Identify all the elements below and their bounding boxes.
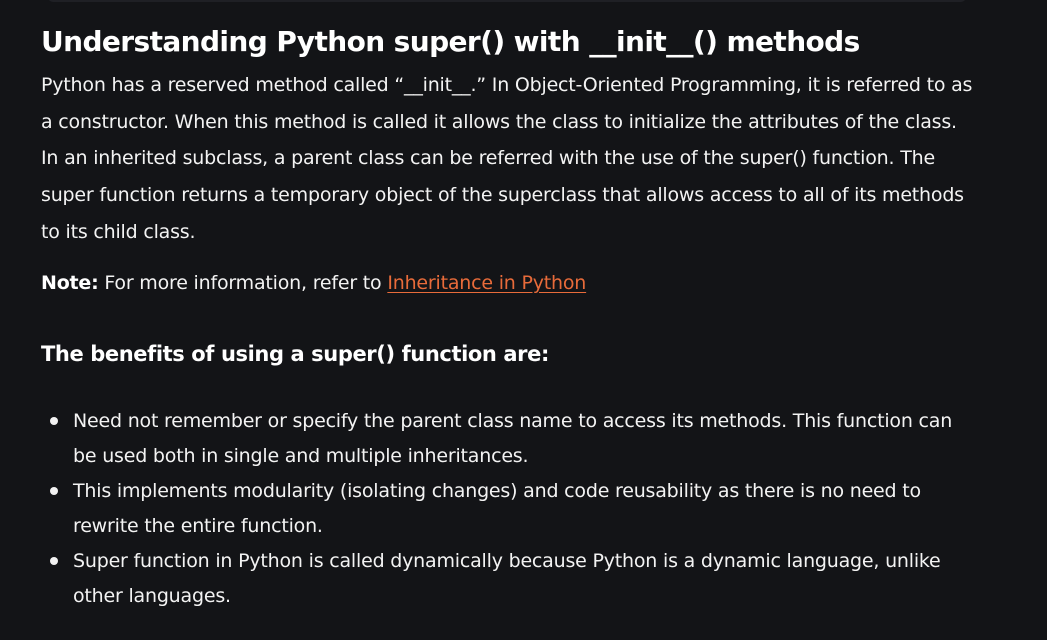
intro-paragraph: Python has a reserved method called “__i…	[41, 74, 973, 243]
list-item-text: Need not remember or specify the parent …	[73, 410, 953, 467]
bullet-icon	[50, 557, 58, 565]
benefits-heading: The benefits of using a super() function…	[41, 342, 549, 366]
list-item-text: Super function in Python is called dynam…	[73, 550, 941, 607]
top-card-edge	[48, 0, 966, 2]
note-text: For more information, refer to	[98, 272, 388, 294]
inheritance-link[interactable]: Inheritance in Python	[387, 272, 586, 294]
bullet-icon	[50, 417, 58, 425]
list-item: This implements modularity (isolating ch…	[41, 474, 976, 544]
list-item-text: This implements modularity (isolating ch…	[73, 480, 921, 537]
note-line: Note: For more information, refer to Inh…	[41, 265, 586, 301]
list-item: Need not remember or specify the parent …	[41, 404, 976, 474]
benefits-list: Need not remember or specify the parent …	[41, 404, 976, 614]
bullet-icon	[50, 487, 58, 495]
list-item: Super function in Python is called dynam…	[41, 544, 976, 614]
article-title: Understanding Python super() with __init…	[41, 25, 860, 58]
note-label: Note:	[41, 272, 99, 294]
